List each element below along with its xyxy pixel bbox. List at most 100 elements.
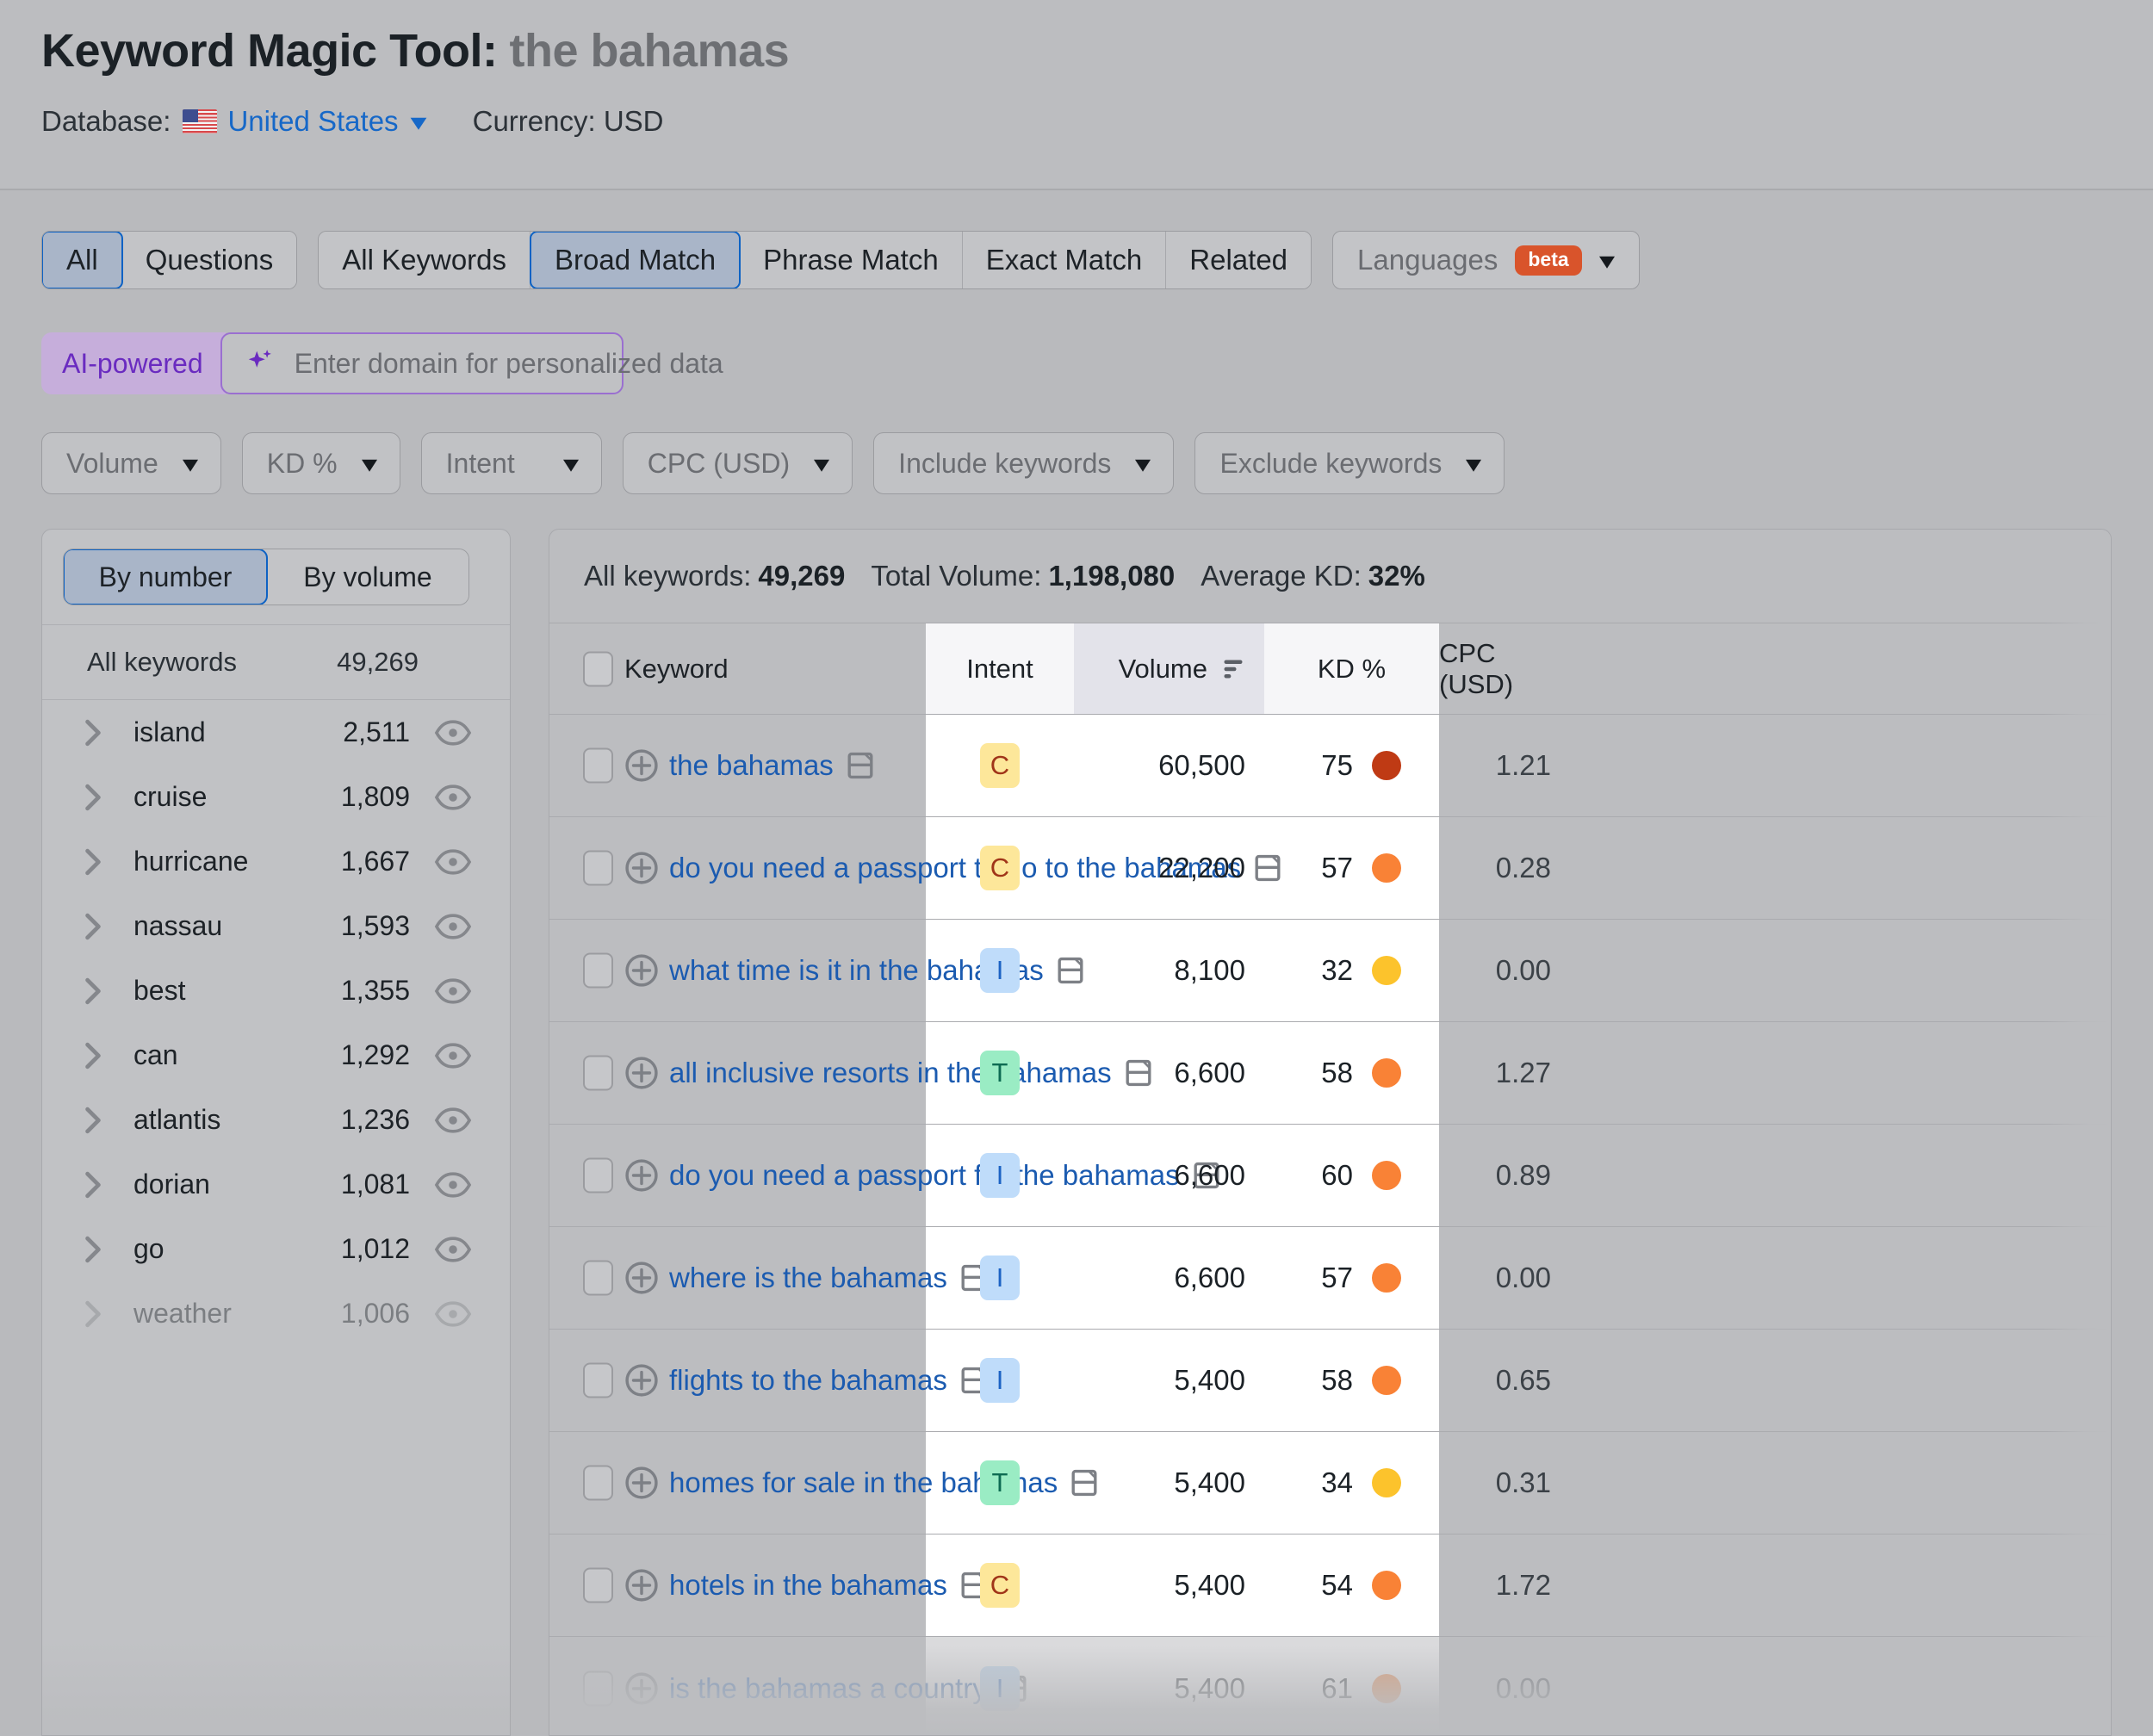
sidebar-group-list: island 2,511 cruise 1,809 hurricane 1,667 nass… xyxy=(42,700,510,1346)
filter-exclude-keywords[interactable]: Exclude keywords ▾ xyxy=(1194,432,1505,494)
intent-badge: C xyxy=(980,743,1020,788)
add-keyword-icon[interactable] xyxy=(624,1158,659,1193)
column-header-volume[interactable]: Volume xyxy=(1074,623,1264,714)
filter-cpc[interactable]: CPC (USD) ▾ xyxy=(622,432,853,494)
table-row[interactable]: hotels in the bahamas C 5,400 54 1.72 xyxy=(549,1534,2111,1637)
tab-exact-match[interactable]: Exact Match xyxy=(962,232,1167,288)
tab-related[interactable]: Related xyxy=(1166,232,1312,288)
table-row[interactable]: all inclusive resorts in the bahamas T 6,6… xyxy=(549,1022,2111,1125)
table-row[interactable]: where is the bahamas I 6,600 57 0.00 xyxy=(549,1227,2111,1330)
tab-all-keywords[interactable]: All Keywords xyxy=(319,232,531,288)
row-checkbox[interactable] xyxy=(583,1567,613,1603)
domain-input[interactable]: Enter domain for personalized data xyxy=(220,332,723,394)
filter-volume-label: Volume xyxy=(66,447,158,479)
table-row[interactable]: do you need a passport for the bahamas I 6… xyxy=(549,1125,2111,1227)
column-header-cpc[interactable]: CPC (USD) xyxy=(1439,623,1551,714)
filter-kd[interactable]: KD % ▾ xyxy=(241,432,400,494)
kd-value: 34 xyxy=(1321,1466,1353,1498)
chevron-down-icon: ▾ xyxy=(361,450,377,477)
keyword-link[interactable]: the bahamas xyxy=(669,749,834,782)
eye-icon[interactable] xyxy=(434,977,472,1004)
row-checkbox[interactable] xyxy=(583,1671,613,1706)
kd-cell: 54 xyxy=(1264,1534,1439,1636)
column-header-keyword[interactable]: Keyword xyxy=(624,623,729,714)
row-checkbox[interactable] xyxy=(583,952,613,989)
row-checkbox[interactable] xyxy=(583,1362,613,1398)
kd-cell: 57 xyxy=(1264,817,1439,919)
sidebar-group-label: weather xyxy=(133,1298,232,1329)
row-checkbox[interactable] xyxy=(583,850,613,886)
add-keyword-icon[interactable] xyxy=(624,1363,659,1398)
table-row[interactable]: the bahamas C 60,500 75 1.21 xyxy=(549,715,2111,817)
keyword-link[interactable]: flights to the bahamas xyxy=(669,1364,947,1397)
add-keyword-icon[interactable] xyxy=(624,1261,659,1295)
select-all-checkbox[interactable] xyxy=(583,651,613,686)
languages-dropdown[interactable]: Languages beta ▾ xyxy=(1332,231,1640,289)
table-row[interactable]: is the bahamas a country I 5,400 61 0.00 xyxy=(549,1637,2111,1735)
sidebar-all-keywords-row[interactable]: All keywords 49,269 xyxy=(42,624,510,700)
sidebar-group-row[interactable]: go 1,012 xyxy=(42,1217,510,1281)
tab-all[interactable]: All xyxy=(42,232,123,288)
add-keyword-icon[interactable] xyxy=(624,1671,659,1706)
tab-broad-match[interactable]: Broad Match xyxy=(530,232,741,288)
keyword-link[interactable]: where is the bahamas xyxy=(669,1262,947,1294)
sidebar-group-label: cruise xyxy=(133,781,208,812)
sidebar-group-row[interactable]: can 1,292 xyxy=(42,1023,510,1088)
row-checkbox[interactable] xyxy=(583,1465,613,1501)
sidebar-group-row[interactable]: hurricane 1,667 xyxy=(42,829,510,894)
eye-icon[interactable] xyxy=(434,848,472,875)
table-row[interactable]: do you need a passport to go to the baha… xyxy=(549,817,2111,920)
eye-icon[interactable] xyxy=(434,1236,472,1262)
sidebar-group-label: island xyxy=(133,716,206,747)
add-keyword-icon[interactable] xyxy=(624,851,659,885)
toggle-by-number[interactable]: By number xyxy=(64,549,268,604)
tab-questions[interactable]: Questions xyxy=(121,232,297,288)
results-summary: All keywords: 49,269 Total Volume: 1,198… xyxy=(549,530,2111,623)
sidebar-group-row[interactable]: dorian 1,081 xyxy=(42,1152,510,1217)
row-checkbox[interactable] xyxy=(583,747,613,784)
intent-badge: I xyxy=(980,948,1020,993)
chevron-down-icon: ▾ xyxy=(1135,450,1151,477)
sidebar-group-row[interactable]: cruise 1,809 xyxy=(42,765,510,829)
filter-intent[interactable]: Intent ▾ xyxy=(420,432,602,494)
summary-total-volume-value: 1,198,080 xyxy=(1048,560,1176,592)
eye-icon[interactable] xyxy=(434,719,472,746)
eye-icon[interactable] xyxy=(434,1042,472,1069)
kd-difficulty-dot xyxy=(1372,1058,1401,1088)
add-keyword-icon[interactable] xyxy=(624,1056,659,1090)
column-header-kd[interactable]: KD % xyxy=(1264,623,1439,714)
sidebar-group-row[interactable]: best 1,355 xyxy=(42,958,510,1023)
filter-include-keywords[interactable]: Include keywords ▾ xyxy=(873,432,1175,494)
sidebar-group-row[interactable]: atlantis 1,236 xyxy=(42,1088,510,1152)
add-keyword-icon[interactable] xyxy=(624,953,659,988)
chevron-down-icon[interactable]: ▾ xyxy=(410,108,426,136)
eye-icon[interactable] xyxy=(434,1107,472,1133)
sidebar-group-row[interactable]: nassau 1,593 xyxy=(42,894,510,958)
sidebar-group-row[interactable]: weather 1,006 xyxy=(42,1281,510,1346)
eye-icon[interactable] xyxy=(434,784,472,810)
volume-cell: 8,100 xyxy=(1174,954,1245,986)
add-keyword-icon[interactable] xyxy=(624,1466,659,1500)
keyword-link[interactable]: hotels in the bahamas xyxy=(669,1569,947,1602)
tab-phrase-match[interactable]: Phrase Match xyxy=(740,232,963,288)
row-checkbox[interactable] xyxy=(583,1055,613,1091)
filter-volume[interactable]: Volume ▾ xyxy=(41,432,221,494)
database-selector[interactable]: United States xyxy=(227,105,398,138)
eye-icon[interactable] xyxy=(434,913,472,939)
featured-snippet-icon[interactable] xyxy=(847,752,873,779)
toggle-by-volume[interactable]: By volume xyxy=(267,549,468,604)
column-header-intent[interactable]: Intent xyxy=(926,623,1074,714)
eye-icon[interactable] xyxy=(434,1300,472,1327)
sidebar-group-row[interactable]: island 2,511 xyxy=(42,700,510,765)
sparkle-icon xyxy=(248,350,271,368)
row-checkbox[interactable] xyxy=(583,1157,613,1194)
add-keyword-icon[interactable] xyxy=(624,1568,659,1603)
eye-icon[interactable] xyxy=(434,1171,472,1198)
add-keyword-icon[interactable] xyxy=(624,748,659,783)
chevron-right-icon xyxy=(85,1300,101,1327)
table-row[interactable]: flights to the bahamas I 5,400 58 0.65 xyxy=(549,1330,2111,1432)
table-row[interactable]: homes for sale in the bahamas T 5,400 34 0.3… xyxy=(549,1432,2111,1534)
row-checkbox[interactable] xyxy=(583,1260,613,1296)
page-title-prefix: Keyword Magic Tool: xyxy=(41,25,498,77)
table-row[interactable]: what time is it in the bahamas I 8,100 32 0.… xyxy=(549,920,2111,1022)
